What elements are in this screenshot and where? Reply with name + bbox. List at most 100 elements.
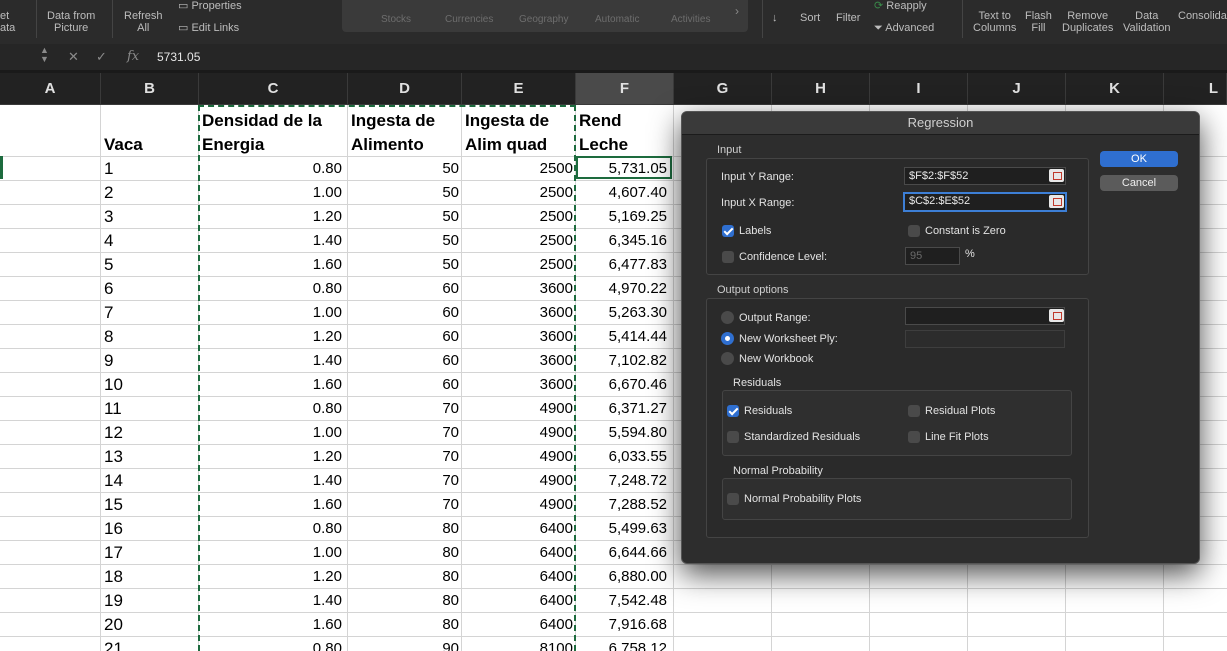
- new-workbook-radio[interactable]: [721, 352, 734, 365]
- cell-densidad[interactable]: 0.80: [200, 160, 342, 177]
- cell-vaca[interactable]: 7: [104, 303, 194, 323]
- cell-vaca[interactable]: 13: [104, 447, 194, 467]
- reapply-button[interactable]: ⟳ Reapply: [874, 0, 927, 12]
- get-data-button[interactable]: et ata: [0, 10, 15, 34]
- cell-densidad[interactable]: 1.40: [200, 232, 342, 249]
- cell-vaca[interactable]: 1: [104, 159, 194, 179]
- header-vaca[interactable]: Vaca: [104, 133, 143, 157]
- cell-ingesta-quad[interactable]: 3600: [463, 280, 573, 297]
- data-type-currencies[interactable]: Currencies: [445, 14, 493, 25]
- cell-ingesta-alimento[interactable]: 50: [349, 160, 459, 177]
- data-type-stocks[interactable]: Stocks: [381, 14, 411, 25]
- column-header-a[interactable]: A: [0, 73, 101, 104]
- cell-vaca[interactable]: 3: [104, 207, 194, 227]
- cell-rend-leche[interactable]: 4,970.22: [577, 280, 667, 297]
- confidence-level-field[interactable]: 95: [905, 247, 960, 265]
- cell-ingesta-alimento[interactable]: 70: [349, 496, 459, 513]
- refresh-all-button[interactable]: Refresh All: [124, 10, 163, 34]
- cell-vaca[interactable]: 6: [104, 279, 194, 299]
- column-header-e[interactable]: E: [462, 73, 576, 104]
- cell-densidad[interactable]: 1.00: [200, 424, 342, 441]
- cell-ingesta-quad[interactable]: 6400: [463, 568, 573, 585]
- cell-ingesta-alimento[interactable]: 70: [349, 400, 459, 417]
- cell-densidad[interactable]: 1.20: [200, 328, 342, 345]
- data-types-gallery[interactable]: Stocks Currencies Geography Automatic Ac…: [342, 0, 748, 32]
- input-y-range-field[interactable]: $F$2:$F$52: [904, 167, 1066, 185]
- cancel-icon[interactable]: ✕: [68, 49, 79, 65]
- cell-rend-leche[interactable]: 6,345.16: [577, 232, 667, 249]
- cell-densidad[interactable]: 0.80: [200, 280, 342, 297]
- cell-rend-leche[interactable]: 5,169.25: [577, 208, 667, 225]
- cell-densidad[interactable]: 1.60: [200, 256, 342, 273]
- cell-rend-leche[interactable]: 6,758.12: [577, 640, 667, 651]
- cell-vaca[interactable]: 5: [104, 255, 194, 275]
- cell-ingesta-quad[interactable]: 4900: [463, 448, 573, 465]
- cell-rend-leche[interactable]: 5,414.44: [577, 328, 667, 345]
- cell-vaca[interactable]: 19: [104, 591, 194, 611]
- data-type-geography[interactable]: Geography: [519, 14, 568, 25]
- remove-duplicates-button[interactable]: Remove Duplicates: [1062, 10, 1113, 34]
- cell-vaca[interactable]: 9: [104, 351, 194, 371]
- sort-button[interactable]: Sort: [800, 12, 820, 24]
- cell-rend-leche[interactable]: 7,288.52: [577, 496, 667, 513]
- cell-ingesta-quad[interactable]: 3600: [463, 304, 573, 321]
- edit-links-button[interactable]: ▭ Edit Links: [178, 22, 239, 34]
- cell-ingesta-quad[interactable]: 4900: [463, 472, 573, 489]
- new-worksheet-radio[interactable]: [721, 332, 734, 345]
- data-from-picture-button[interactable]: Data from Picture: [47, 10, 95, 34]
- cell-ingesta-quad[interactable]: 2500: [463, 232, 573, 249]
- column-header-g[interactable]: G: [674, 73, 772, 104]
- cell-ingesta-alimento[interactable]: 80: [349, 520, 459, 537]
- cell-ingesta-alimento[interactable]: 60: [349, 304, 459, 321]
- cell-vaca[interactable]: 2: [104, 183, 194, 203]
- standardized-residuals-checkbox[interactable]: [727, 431, 739, 443]
- cell-rend-leche[interactable]: 7,248.72: [577, 472, 667, 489]
- cell-ingesta-alimento[interactable]: 50: [349, 208, 459, 225]
- cell-vaca[interactable]: 15: [104, 495, 194, 515]
- cell-vaca[interactable]: 11: [104, 399, 194, 419]
- data-type-automatic[interactable]: Automatic: [595, 14, 639, 25]
- cell-densidad[interactable]: 1.20: [200, 568, 342, 585]
- cell-vaca[interactable]: 17: [104, 543, 194, 563]
- cell-ingesta-quad[interactable]: 3600: [463, 352, 573, 369]
- constant-zero-checkbox[interactable]: [908, 225, 920, 237]
- cell-densidad[interactable]: 1.00: [200, 184, 342, 201]
- cell-ingesta-quad[interactable]: 3600: [463, 328, 573, 345]
- advanced-button[interactable]: ⏷ Advanced: [874, 22, 934, 34]
- cell-vaca[interactable]: 12: [104, 423, 194, 443]
- cell-densidad[interactable]: 1.60: [200, 616, 342, 633]
- cell-densidad[interactable]: 1.00: [200, 304, 342, 321]
- x-range-picker-icon[interactable]: [1049, 195, 1064, 208]
- cell-ingesta-quad[interactable]: 8100: [463, 640, 573, 651]
- cell-ingesta-alimento[interactable]: 50: [349, 232, 459, 249]
- cell-ingesta-quad[interactable]: 6400: [463, 544, 573, 561]
- header-densidad[interactable]: Densidad de la Energia: [202, 109, 322, 157]
- output-range-radio[interactable]: [721, 311, 734, 324]
- confirm-icon[interactable]: ✓: [96, 49, 107, 65]
- cell-ingesta-alimento[interactable]: 90: [349, 640, 459, 651]
- residuals-checkbox[interactable]: [727, 405, 739, 417]
- cell-ingesta-alimento[interactable]: 60: [349, 280, 459, 297]
- filter-button[interactable]: Filter: [836, 12, 860, 24]
- cell-ingesta-quad[interactable]: 4900: [463, 496, 573, 513]
- line-fit-plots-checkbox[interactable]: [908, 431, 920, 443]
- residual-plots-checkbox[interactable]: [908, 405, 920, 417]
- cell-ingesta-quad[interactable]: 2500: [463, 256, 573, 273]
- cell-ingesta-quad[interactable]: 6400: [463, 616, 573, 633]
- active-cell-f2[interactable]: [576, 156, 672, 179]
- sort-az-icon[interactable]: ↓: [772, 12, 778, 24]
- cell-densidad[interactable]: 1.60: [200, 376, 342, 393]
- cell-densidad[interactable]: 0.80: [200, 400, 342, 417]
- cell-ingesta-alimento[interactable]: 60: [349, 376, 459, 393]
- cell-ingesta-quad[interactable]: 2500: [463, 208, 573, 225]
- cell-rend-leche[interactable]: 5,594.80: [577, 424, 667, 441]
- cell-vaca[interactable]: 20: [104, 615, 194, 635]
- cell-rend-leche[interactable]: 6,880.00: [577, 568, 667, 585]
- cell-rend-leche[interactable]: 4,607.40: [577, 184, 667, 201]
- cell-rend-leche[interactable]: 7,916.68: [577, 616, 667, 633]
- properties-button[interactable]: ▭ Properties: [178, 0, 242, 12]
- cell-ingesta-quad[interactable]: 3600: [463, 376, 573, 393]
- cell-ingesta-quad[interactable]: 4900: [463, 424, 573, 441]
- cell-vaca[interactable]: 8: [104, 327, 194, 347]
- column-header-d[interactable]: D: [348, 73, 462, 104]
